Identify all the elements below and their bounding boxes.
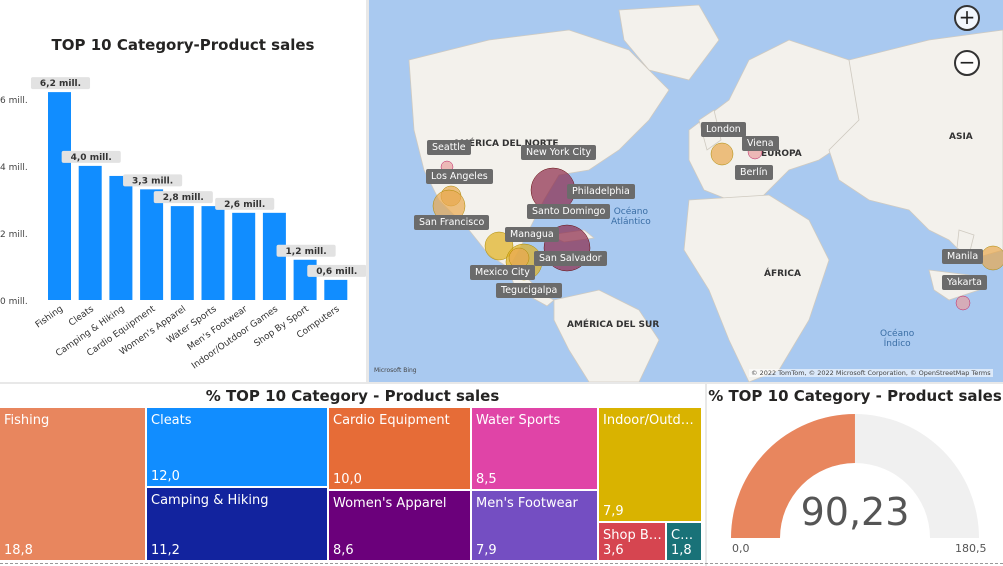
- treemap-cell-label: Camping & Hiking: [151, 493, 269, 508]
- treemap-cell-value: 7,9: [476, 543, 497, 558]
- bar: [48, 92, 71, 300]
- treemap-cell-label: Water Sports: [476, 413, 561, 428]
- treemap-cell-value: 12,0: [151, 469, 180, 484]
- category-label: Fishing: [34, 304, 65, 330]
- city-label-seattle: Seattle: [427, 140, 471, 155]
- city-label-tegucigalpa: Tegucigalpa: [496, 283, 563, 298]
- treemap-cell-label: Women's Apparel: [333, 496, 447, 511]
- data-label: 2,6 mill.: [224, 200, 265, 210]
- gauge-min-label: 0,0: [732, 542, 750, 555]
- treemap-cell-label: Cleats: [151, 413, 192, 428]
- zoom-in-button[interactable]: +: [954, 5, 980, 31]
- treemap-cell[interactable]: Cleats 12,0: [147, 408, 329, 488]
- treemap-cell-label: Shop By ...: [603, 528, 663, 543]
- treemap-cell-value: 3,6: [603, 543, 624, 558]
- gauge-value: 90,23: [800, 490, 910, 534]
- data-label: 1,2 mill.: [286, 247, 327, 257]
- data-label: 3,3 mill.: [132, 176, 173, 186]
- treemap-cell-value: 7,9: [603, 504, 624, 519]
- city-label-san-salvador: San Salvador: [534, 251, 607, 266]
- bottom-dashed-border: [0, 563, 1003, 564]
- bar: [109, 175, 133, 300]
- treemap-cell[interactable]: Water Sports 8,5: [472, 408, 599, 491]
- gauge-visual[interactable]: % TOP 10 Category - Product sales 90,23 …: [707, 384, 1003, 566]
- bar-chart-plot: 0 mill. 2 mill. 4 mill. 6 mill. 6,2 mill. Fis…: [0, 77, 366, 371]
- city-label-san-francisco: San Francisco: [414, 215, 490, 230]
- city-label-los-angeles: Los Angeles: [426, 169, 493, 184]
- treemap-cell-value: 11,2: [151, 543, 180, 558]
- city-label-philadelphia: Philadelphia: [567, 184, 635, 199]
- bar: [324, 279, 348, 300]
- map-bubbles: [432, 142, 1003, 311]
- treemap-cell-value: 8,5: [476, 472, 497, 487]
- treemap-cell[interactable]: Indoor/Outdoo... 7,9: [599, 408, 703, 523]
- map-attribution[interactable]: © 2022 TomTom, © 2022 Microsoft Corporat…: [749, 369, 993, 377]
- treemap-area: Fishing 18,8 Cleats 12,0 Camping & Hiking 11,…: [0, 408, 705, 562]
- treemap-cell-label: Co...: [671, 528, 699, 543]
- city-label-managua: Managua: [505, 227, 559, 242]
- treemap-cell-value: 18,8: [4, 543, 33, 558]
- treemap-cell-value: 10,0: [333, 472, 362, 487]
- y-tick-label: 2 mill.: [0, 230, 28, 240]
- gauge-dial: [731, 414, 979, 538]
- y-tick-label: 0 mill.: [0, 297, 28, 307]
- bar: [78, 165, 102, 300]
- city-label-new-york: New York City: [521, 145, 597, 160]
- city-label-manila: Manila: [942, 249, 984, 264]
- treemap-cell[interactable]: Co... 1,8: [667, 523, 703, 562]
- city-label-berlin: Berlín: [735, 165, 773, 180]
- city-label-viena: Viena: [742, 136, 779, 151]
- treemap-cell[interactable]: Fishing 18,8: [0, 408, 147, 562]
- bar: [170, 206, 194, 300]
- city-label-yakarta: Yakarta: [942, 275, 987, 290]
- treemap-cell-label: Indoor/Outdoo...: [603, 413, 699, 428]
- zoom-out-button[interactable]: −: [954, 50, 980, 76]
- bar: [140, 189, 164, 300]
- treemap-cell-value: 8,6: [333, 543, 354, 558]
- city-label-mexico-city: Mexico City: [470, 265, 535, 280]
- treemap-cell-value: 1,8: [671, 543, 692, 558]
- data-label: 2,8 mill.: [163, 193, 204, 203]
- treemap-cell[interactable]: Shop By ...3,6: [599, 523, 667, 562]
- bubble-manila: [980, 245, 1003, 271]
- gauge-max-label: 180,5: [955, 542, 987, 555]
- y-tick-label: 6 mill.: [0, 96, 28, 106]
- bing-logo: Microsoft Bing: [374, 367, 417, 374]
- treemap-cell[interactable]: Camping & Hiking 11,2: [147, 488, 329, 562]
- treemap-cell[interactable]: Cardio Equipment 10,0: [329, 408, 472, 491]
- treemap-title: % TOP 10 Category - Product sales: [205, 387, 500, 405]
- bar: [201, 206, 225, 300]
- bubble-london: [710, 142, 734, 166]
- treemap-cell-label: Men's Footwear: [476, 496, 578, 511]
- data-label: 0,6 mill.: [316, 267, 357, 277]
- treemap-cell[interactable]: Men's Footwear 7,9: [472, 491, 599, 562]
- treemap-cell-label: Cardio Equipment: [333, 413, 450, 428]
- treemap-visual[interactable]: % TOP 10 Category - Product sales Fishin…: [0, 384, 705, 566]
- treemap-cell-label: Fishing: [4, 413, 50, 428]
- bar: [232, 212, 256, 300]
- city-label-london: London: [701, 122, 746, 137]
- data-label: 6,2 mill.: [40, 79, 81, 89]
- map-visual[interactable]: AMÉRICA DEL NORTE EUROPA ASIA ÁFRICA AMÉ…: [369, 0, 1003, 382]
- city-label-santo-domingo: Santo Domingo: [527, 204, 611, 219]
- bubble-yakarta: [955, 295, 971, 311]
- data-label: 4,0 mill.: [71, 153, 112, 163]
- y-tick-label: 4 mill.: [0, 163, 28, 173]
- treemap-cell[interactable]: Women's Apparel 8,6: [329, 491, 472, 562]
- bar-chart-visual[interactable]: TOP 10 Category-Product sales 0 mill. 2 m…: [0, 0, 366, 382]
